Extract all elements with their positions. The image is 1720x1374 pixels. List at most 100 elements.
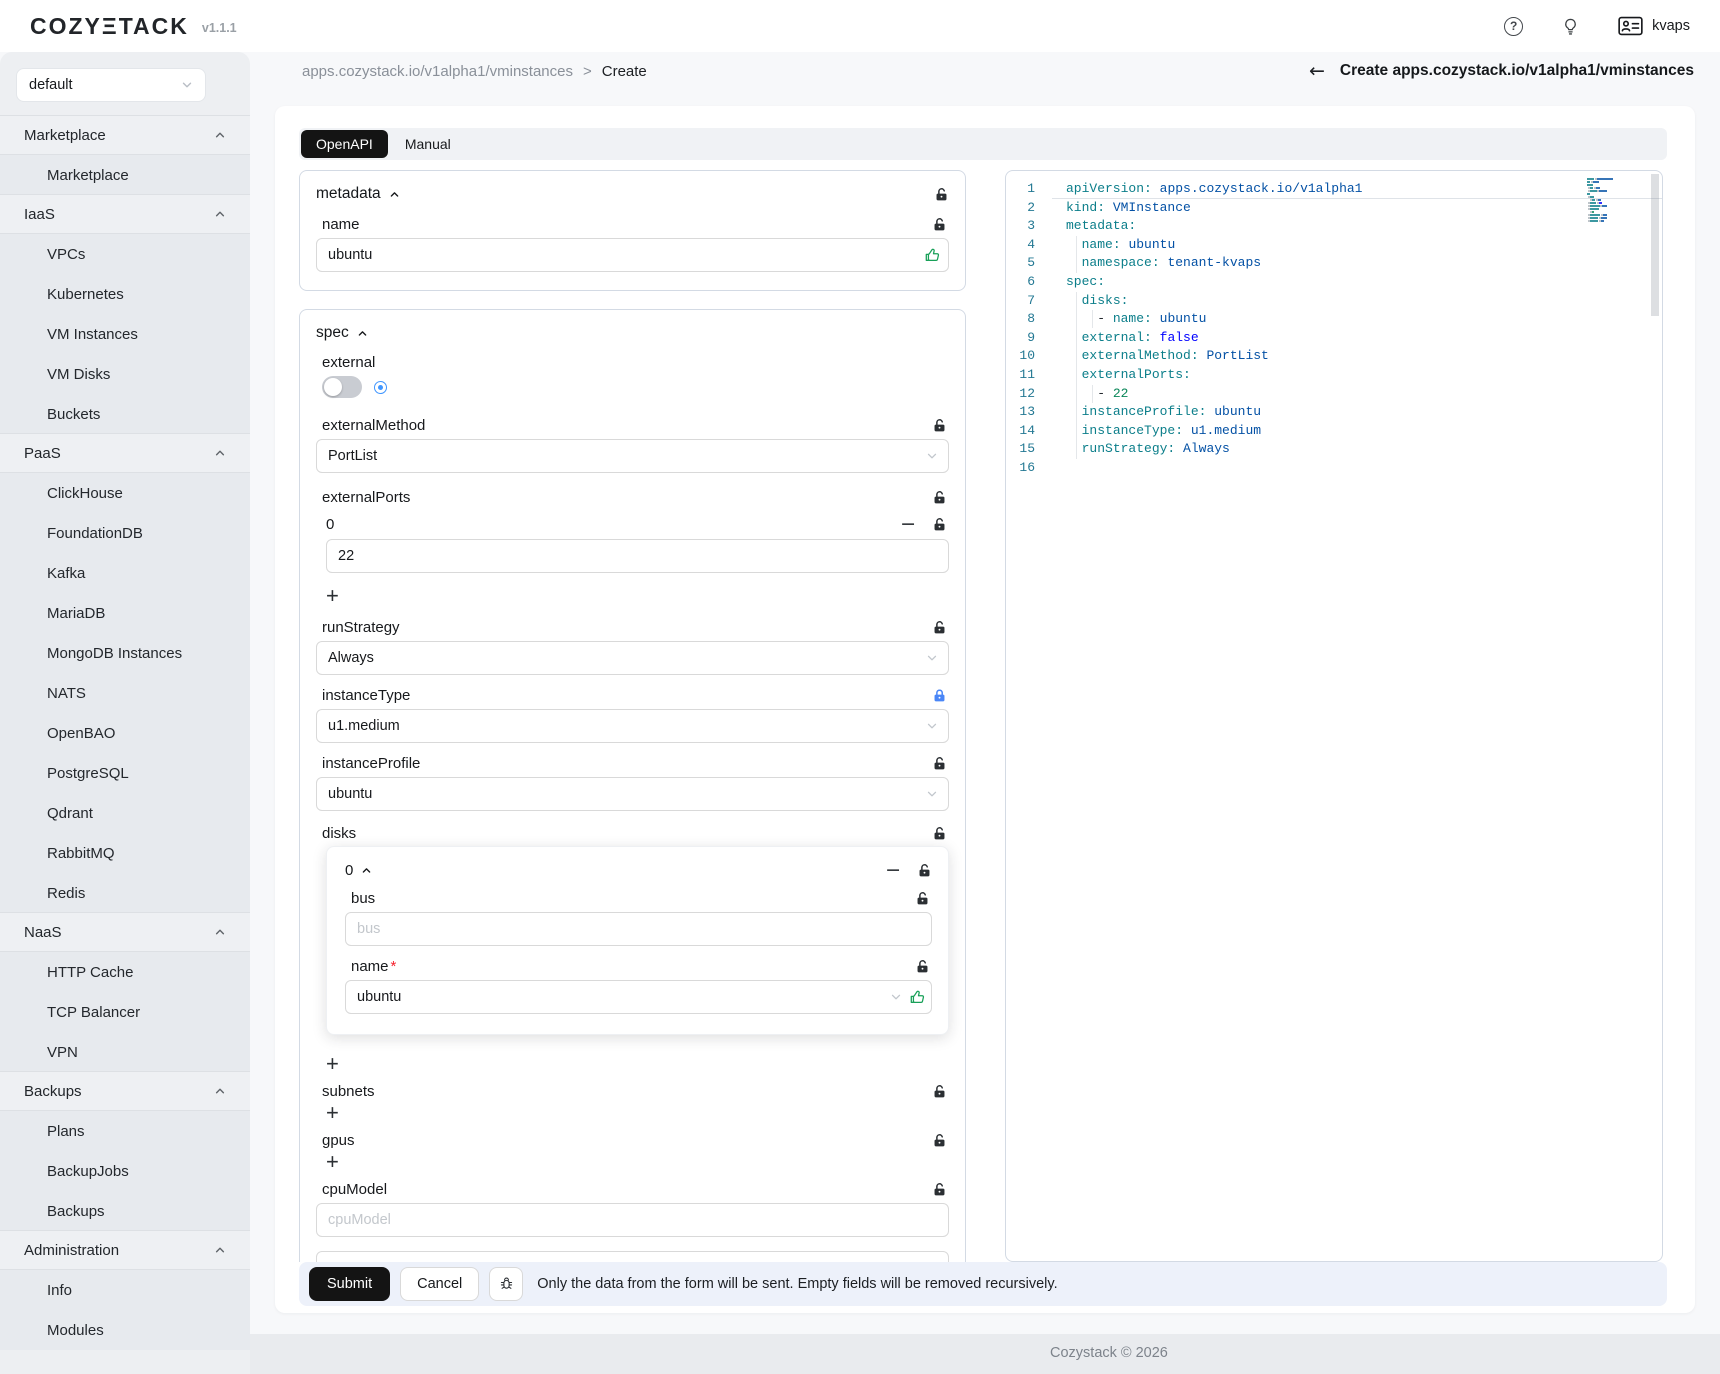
code-text[interactable]: spec: <box>1052 273 1662 292</box>
code-text[interactable]: - 22 <box>1052 385 1662 404</box>
code-text[interactable]: externalMethod: PortList <box>1052 347 1662 366</box>
action-bar: Submit Cancel Only the data from the for… <box>299 1262 1667 1306</box>
code-text[interactable]: - name: ubuntu <box>1052 310 1662 329</box>
add-item-icon[interactable]: + <box>326 1102 350 1124</box>
cpumodel-input[interactable] <box>316 1203 949 1237</box>
sidebar-item-nats[interactable]: NATS <box>0 673 250 713</box>
sidebar-item-modules[interactable]: Modules <box>0 1310 250 1350</box>
sidebar-item-qdrant[interactable]: Qdrant <box>0 793 250 833</box>
null-radio-icon[interactable] <box>374 381 387 394</box>
unlock-icon[interactable] <box>932 217 947 232</box>
unlock-icon[interactable] <box>932 826 947 841</box>
external-toggle[interactable] <box>322 376 362 398</box>
unlock-icon[interactable] <box>932 1182 947 1197</box>
submit-button[interactable]: Submit <box>309 1267 390 1301</box>
instanceprofile-select[interactable] <box>316 777 949 811</box>
sidebar-item-vpcs[interactable]: VPCs <box>0 234 250 274</box>
sidebar-item-foundationdb[interactable]: FoundationDB <box>0 513 250 553</box>
disk-name-select[interactable] <box>345 980 932 1014</box>
unlock-icon[interactable] <box>932 756 947 771</box>
code-text[interactable]: instanceProfile: ubuntu <box>1052 403 1662 422</box>
breadcrumb-path[interactable]: apps.cozystack.io/v1alpha1/vminstances <box>302 63 573 80</box>
user-chip[interactable]: kvaps <box>1618 16 1690 36</box>
add-item-icon[interactable]: + <box>326 585 350 607</box>
sidebar-item-redis[interactable]: Redis <box>0 873 250 913</box>
code-text[interactable]: name: ubuntu <box>1052 236 1662 255</box>
code-text[interactable]: namespace: tenant-kvaps <box>1052 254 1662 273</box>
tenant-select[interactable]: default <box>16 68 206 102</box>
sidebar-item-marketplace[interactable]: Marketplace <box>0 155 250 195</box>
code-line: 5 namespace: tenant-kvaps <box>1006 254 1662 273</box>
help-icon[interactable]: ? <box>1504 17 1523 36</box>
unlock-icon[interactable] <box>932 1133 947 1148</box>
yaml-editor[interactable]: 1apiVersion: apps.cozystack.io/v1alpha12… <box>1005 170 1663 1262</box>
sidebar-item-buckets[interactable]: Buckets <box>0 394 250 434</box>
remove-item-icon[interactable]: − <box>900 515 916 534</box>
code-text[interactable]: apiVersion: apps.cozystack.io/v1alpha1 <box>1052 180 1662 199</box>
sidebar-section-administration[interactable]: Administration <box>0 1230 250 1270</box>
unlock-icon[interactable] <box>932 1084 947 1099</box>
sidebar-item-info[interactable]: Info <box>0 1270 250 1310</box>
sidebar-section-backups[interactable]: Backups <box>0 1071 250 1111</box>
code-text[interactable]: external: false <box>1052 329 1662 348</box>
sidebar-item-backups[interactable]: Backups <box>0 1191 250 1231</box>
sidebar-item-vm-disks[interactable]: VM Disks <box>0 354 250 394</box>
editor-scrollbar[interactable] <box>1651 174 1659 316</box>
sidebar-item-kafka[interactable]: Kafka <box>0 553 250 593</box>
externalports-item-input[interactable] <box>326 539 949 573</box>
sidebar-item-mariadb[interactable]: MariaDB <box>0 593 250 633</box>
unlock-icon[interactable] <box>915 891 930 906</box>
cancel-button[interactable]: Cancel <box>400 1267 479 1301</box>
code-text[interactable]: disks: <box>1052 292 1662 311</box>
unlock-icon[interactable] <box>915 959 930 974</box>
debug-button[interactable] <box>489 1267 523 1301</box>
line-number: 10 <box>1006 347 1052 366</box>
code-text[interactable]: externalPorts: <box>1052 366 1662 385</box>
unlock-icon[interactable] <box>932 490 947 505</box>
sidebar-section-iaas[interactable]: IaaS <box>0 194 250 234</box>
tab-manual[interactable]: Manual <box>390 136 466 152</box>
sidebar-item-rabbitmq[interactable]: RabbitMQ <box>0 833 250 873</box>
externalmethod-select[interactable] <box>316 439 949 473</box>
disks-item-collapse[interactable]: 0 <box>345 862 372 879</box>
sidebar-item-backupjobs[interactable]: BackupJobs <box>0 1151 250 1191</box>
unlock-icon[interactable] <box>932 418 947 433</box>
sidebar-section-marketplace[interactable]: Marketplace <box>0 115 250 155</box>
spec-collapse[interactable]: spec <box>316 324 368 342</box>
sidebar-item-mongodb-instances[interactable]: MongoDB Instances <box>0 633 250 673</box>
metadata-name-input[interactable] <box>316 238 949 272</box>
main-card: OpenAPI Manual metadata name <box>275 106 1695 1313</box>
theme-bulb-icon[interactable] <box>1561 17 1580 36</box>
add-item-icon[interactable]: + <box>326 1053 350 1075</box>
unlock-icon[interactable] <box>932 620 947 635</box>
bus-input[interactable] <box>345 912 932 946</box>
sidebar-item-vpn[interactable]: VPN <box>0 1032 250 1072</box>
sidebar-section-paas[interactable]: PaaS <box>0 433 250 473</box>
add-item-icon[interactable]: + <box>326 1151 350 1173</box>
code-text[interactable]: metadata: <box>1052 217 1662 236</box>
sidebar-item-clickhouse[interactable]: ClickHouse <box>0 473 250 513</box>
sidebar-item-plans[interactable]: Plans <box>0 1111 250 1151</box>
runstrategy-select[interactable] <box>316 641 949 675</box>
sidebar-item-postgresql[interactable]: PostgreSQL <box>0 753 250 793</box>
unlock-icon[interactable] <box>934 187 949 202</box>
editor-minimap[interactable] <box>1587 178 1645 226</box>
remove-item-icon[interactable]: − <box>885 861 901 880</box>
locked-blue-icon[interactable] <box>932 688 947 703</box>
back-arrow-icon[interactable]: ← <box>1309 60 1325 82</box>
sidebar-section-naas[interactable]: NaaS <box>0 912 250 952</box>
code-text[interactable]: kind: VMInstance <box>1052 199 1662 218</box>
sidebar-item-http-cache[interactable]: HTTP Cache <box>0 952 250 992</box>
sidebar-item-tcp-balancer[interactable]: TCP Balancer <box>0 992 250 1032</box>
code-text[interactable]: runStrategy: Always <box>1052 440 1662 459</box>
tab-openapi[interactable]: OpenAPI <box>301 130 388 158</box>
sidebar-item-kubernetes[interactable]: Kubernetes <box>0 274 250 314</box>
code-text[interactable]: instanceType: u1.medium <box>1052 422 1662 441</box>
metadata-collapse[interactable]: metadata <box>316 185 400 203</box>
sidebar-item-openbao[interactable]: OpenBAO <box>0 713 250 753</box>
instancetype-select[interactable] <box>316 709 949 743</box>
unlock-icon[interactable] <box>932 517 947 532</box>
sidebar-item-vm-instances[interactable]: VM Instances <box>0 314 250 354</box>
code-text[interactable] <box>1052 459 1662 478</box>
unlock-icon[interactable] <box>917 863 932 878</box>
